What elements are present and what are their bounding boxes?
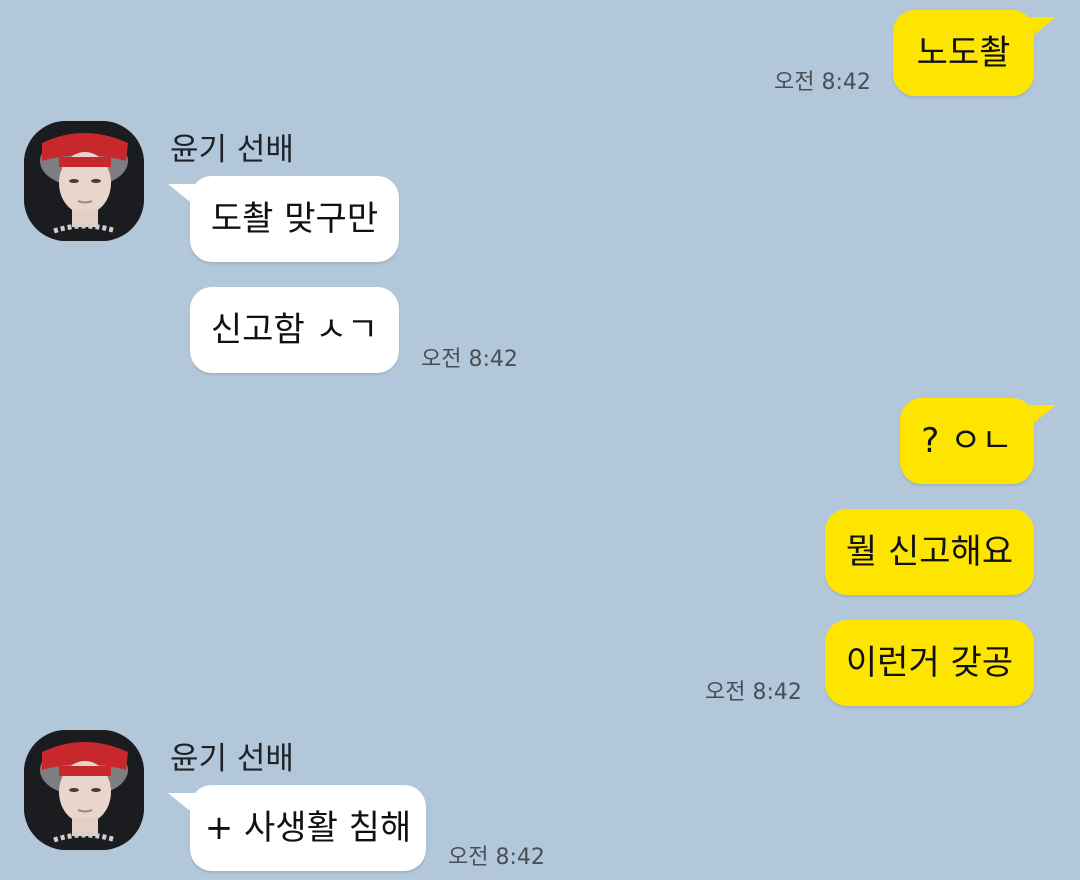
profile-photo-icon — [24, 730, 144, 850]
chat-area[interactable]: 오전 8:42 노도촬 윤기 선배 도촬 맞구만 신고함 ㅅㄱ 오전 8:42 … — [0, 0, 1080, 880]
message-time: 오전 8:42 — [421, 347, 518, 372]
sent-message-bubble[interactable]: 이런거 갖공 — [825, 620, 1034, 706]
sender-name: 윤기 선배 — [170, 741, 294, 777]
message-time: 오전 8:42 — [774, 70, 871, 95]
received-message-bubble[interactable]: 신고함 ㅅㄱ — [190, 287, 399, 373]
profile-photo-icon — [24, 121, 144, 241]
sent-message-bubble[interactable]: 노도촬 — [893, 10, 1034, 96]
sent-message-bubble[interactable]: 뭘 신고해요 — [825, 509, 1034, 595]
sender-name: 윤기 선배 — [170, 132, 294, 168]
sender-avatar[interactable] — [24, 121, 144, 241]
received-message-bubble[interactable]: 도촬 맞구만 — [190, 176, 399, 262]
message-time: 오전 8:42 — [705, 680, 802, 705]
sent-message-bubble[interactable]: ? ㅇㄴ — [900, 398, 1034, 484]
sender-avatar[interactable] — [24, 730, 144, 850]
message-time: 오전 8:42 — [448, 845, 545, 870]
received-message-bubble[interactable]: + 사생활 침해 — [190, 785, 426, 871]
